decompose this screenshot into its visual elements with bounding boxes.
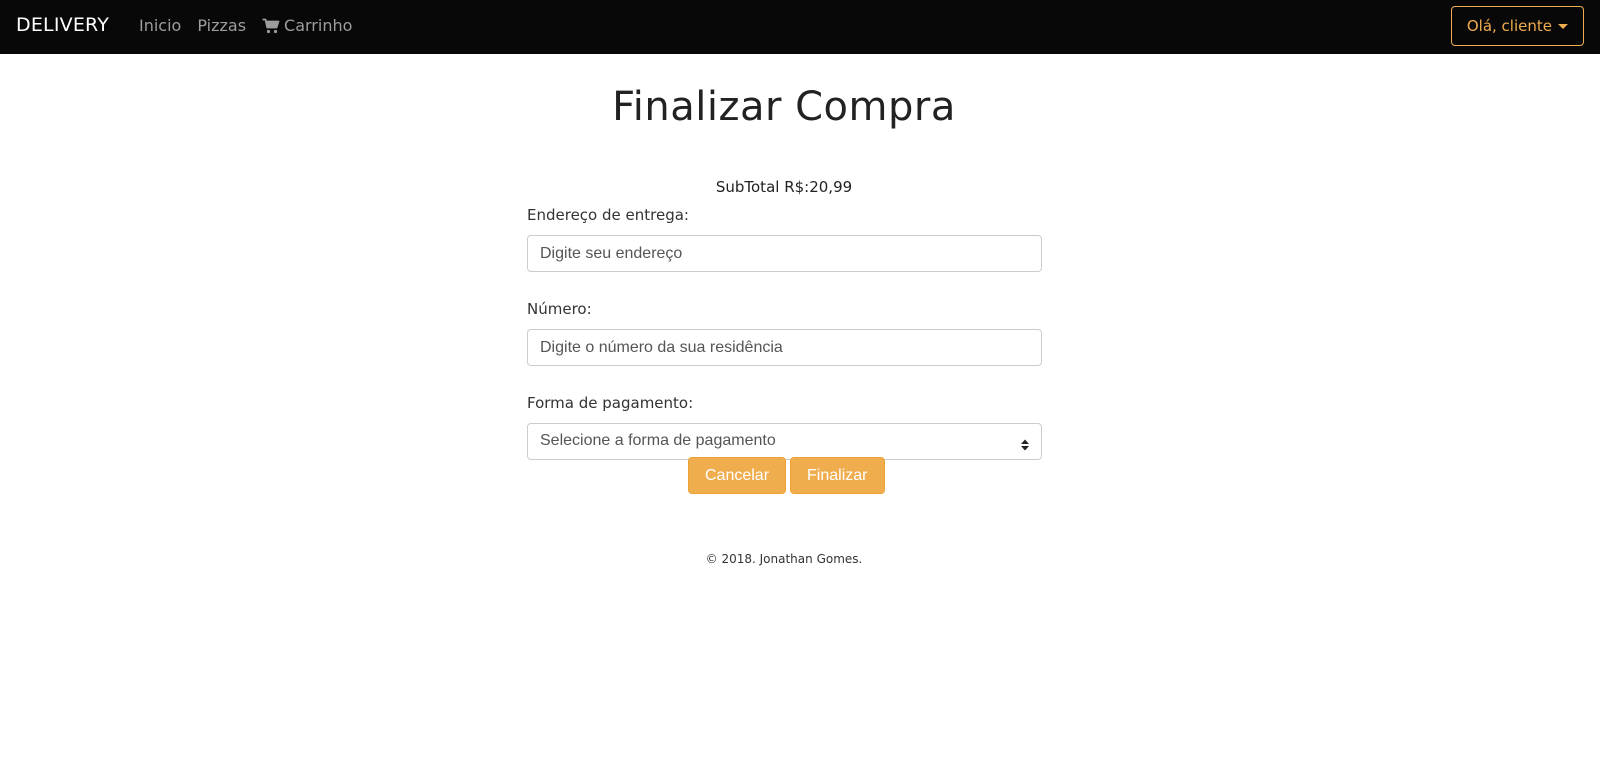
footer-copyright: © 2018. Jonathan Gomes. bbox=[705, 552, 863, 566]
caret-down-icon bbox=[1558, 23, 1568, 29]
brand-link[interactable]: DELIVERY bbox=[16, 14, 109, 36]
nav-link-pizzas[interactable]: Pizzas bbox=[197, 16, 246, 36]
subtotal-text: SubTotal R$:20,99 bbox=[715, 178, 853, 196]
nav-links: Inicio Pizzas Carrinho bbox=[139, 16, 368, 36]
nav-link-label: Inicio bbox=[139, 16, 182, 35]
nav-link-label: Pizzas bbox=[197, 16, 247, 35]
checkout-form: Endereço de entrega: Número: Forma de pa… bbox=[527, 205, 1042, 460]
payment-select-value: Selecione a forma de pagamento bbox=[540, 432, 776, 449]
select-arrows-icon bbox=[1021, 436, 1029, 451]
form-buttons: Cancelar Finalizar bbox=[688, 457, 889, 494]
user-menu-button[interactable]: Olá, cliente bbox=[1450, 6, 1584, 46]
nav-link-inicio[interactable]: Inicio bbox=[139, 16, 181, 36]
address-input[interactable] bbox=[527, 235, 1042, 272]
number-label: Número: bbox=[527, 300, 592, 318]
shopping-cart-icon bbox=[262, 17, 280, 35]
payment-select[interactable]: Selecione a forma de pagamento bbox=[527, 423, 1042, 460]
address-label: Endereço de entrega: bbox=[527, 206, 689, 224]
number-input[interactable] bbox=[527, 329, 1042, 366]
finalize-button[interactable]: Finalizar bbox=[790, 457, 885, 494]
cancel-button[interactable]: Cancelar bbox=[688, 457, 787, 494]
payment-label: Forma de pagamento: bbox=[527, 394, 694, 412]
nav-link-label: Carrinho bbox=[284, 16, 353, 35]
page-title: Finalizar Compra bbox=[612, 84, 956, 130]
nav-link-carrinho[interactable]: Carrinho bbox=[262, 16, 352, 36]
navbar: DELIVERY Inicio Pizzas Carrinho Olá, cli… bbox=[0, 0, 1600, 54]
user-menu-label: Olá, cliente bbox=[1466, 17, 1552, 35]
